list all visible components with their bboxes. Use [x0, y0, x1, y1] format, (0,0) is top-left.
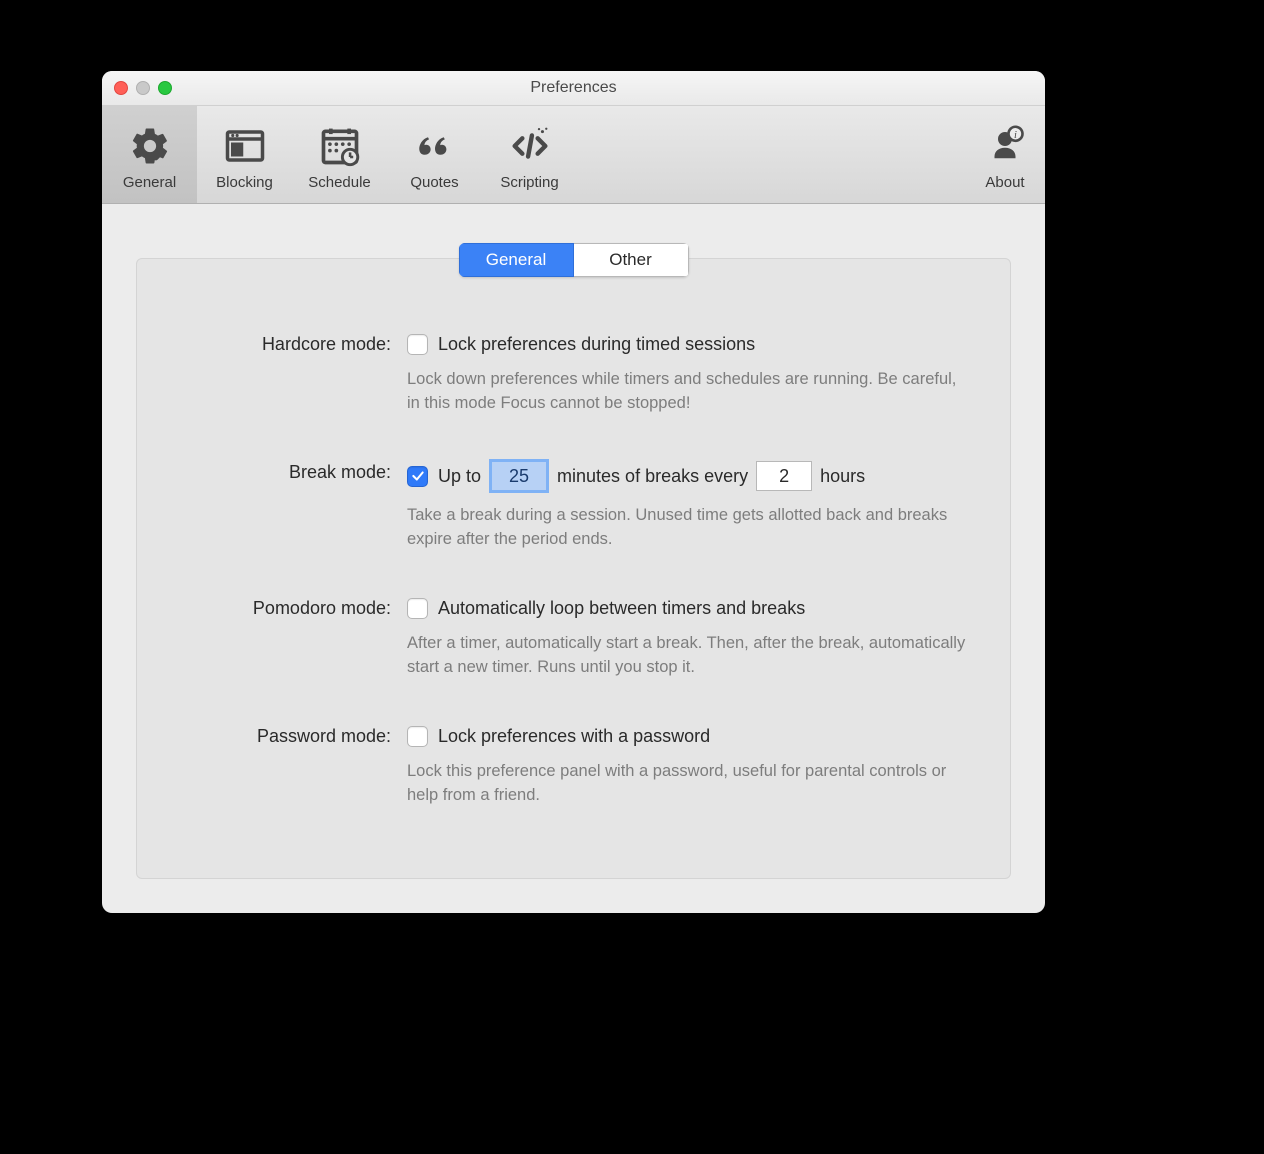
about-icon: i: [984, 124, 1026, 168]
tab-blocking-label: Blocking: [216, 174, 273, 191]
tab-blocking[interactable]: Blocking: [197, 106, 292, 203]
tab-about-label: About: [985, 174, 1024, 191]
tab-scripting-label: Scripting: [500, 174, 558, 191]
segment-other[interactable]: Other: [574, 243, 689, 277]
break-desc: Take a break during a session. Unused ti…: [407, 503, 967, 551]
schedule-icon: [318, 124, 362, 168]
password-label: Password mode:: [167, 723, 407, 749]
scripting-icon: [507, 124, 553, 168]
break-label: Break mode:: [167, 459, 407, 485]
gear-icon: [129, 124, 171, 168]
hardcore-label: Hardcore mode:: [167, 331, 407, 357]
tab-general[interactable]: General: [102, 106, 197, 203]
hardcore-desc: Lock down preferences while timers and s…: [407, 367, 967, 415]
tab-scripting[interactable]: Scripting: [482, 106, 577, 203]
tab-quotes-label: Quotes: [410, 174, 458, 191]
traffic-lights: [114, 81, 172, 95]
settings-rows: Hardcore mode: Lock preferences during t…: [167, 319, 980, 807]
svg-text:i: i: [1014, 130, 1017, 141]
minimize-button[interactable]: [136, 81, 150, 95]
blocking-icon: [224, 124, 266, 168]
break-suffix: hours: [820, 463, 865, 489]
zoom-button[interactable]: [158, 81, 172, 95]
row-break: Break mode: Up to minutes of breaks ever…: [167, 459, 980, 551]
close-button[interactable]: [114, 81, 128, 95]
pomodoro-desc: After a timer, automatically start a bre…: [407, 631, 967, 679]
tab-quotes[interactable]: Quotes: [387, 106, 482, 203]
tab-about[interactable]: i About: [965, 106, 1045, 203]
pomodoro-checkbox[interactable]: [407, 598, 428, 619]
tab-general-label: General: [123, 174, 176, 191]
break-checkbox[interactable]: [407, 466, 428, 487]
segment-general[interactable]: General: [459, 243, 574, 277]
password-desc: Lock this preference panel with a passwo…: [407, 759, 967, 807]
row-password: Password mode: Lock preferences with a p…: [167, 723, 980, 807]
password-checkbox[interactable]: [407, 726, 428, 747]
tab-schedule-label: Schedule: [308, 174, 371, 191]
row-pomodoro: Pomodoro mode: Automatically loop betwee…: [167, 595, 980, 679]
break-minutes-input[interactable]: [489, 459, 549, 493]
pomodoro-checkbox-label: Automatically loop between timers and br…: [438, 595, 805, 621]
break-mid: minutes of breaks every: [557, 463, 748, 489]
window-title: Preferences: [530, 79, 616, 97]
break-hours-input[interactable]: [756, 461, 812, 491]
row-hardcore: Hardcore mode: Lock preferences during t…: [167, 331, 980, 415]
titlebar: Preferences: [102, 71, 1045, 106]
segmented-control: General Other: [459, 243, 689, 277]
toolbar: General Blocking Schedule Quotes Scripti: [102, 106, 1045, 204]
password-checkbox-label: Lock preferences with a password: [438, 723, 710, 749]
content-panel: General Other Hardcore mode: Lock prefer…: [136, 258, 1011, 879]
quotes-icon: [414, 124, 456, 168]
pomodoro-label: Pomodoro mode:: [167, 595, 407, 621]
break-prefix: Up to: [438, 463, 481, 489]
hardcore-checkbox-label: Lock preferences during timed sessions: [438, 331, 755, 357]
preferences-window: Preferences General Blocking Schedule: [102, 71, 1045, 913]
hardcore-checkbox[interactable]: [407, 334, 428, 355]
tab-schedule[interactable]: Schedule: [292, 106, 387, 203]
